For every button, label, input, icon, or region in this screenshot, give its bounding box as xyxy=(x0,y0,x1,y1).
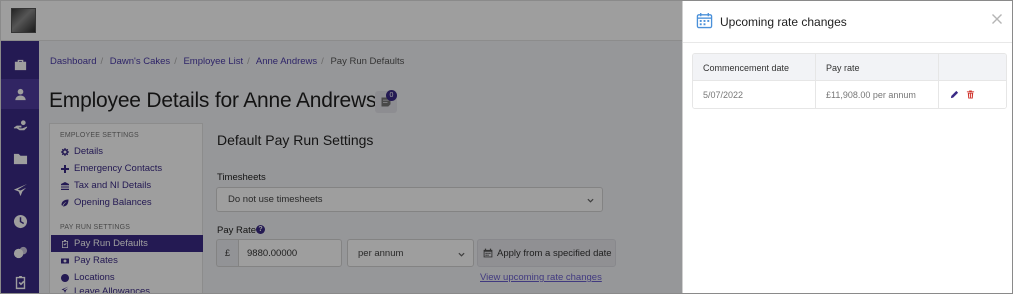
trash-icon[interactable] xyxy=(966,90,975,99)
close-icon xyxy=(992,14,1002,24)
pencil-icon[interactable] xyxy=(950,90,959,99)
commencement-date-cell: 5/07/2022 xyxy=(703,89,744,100)
column-header-pay-rate: Pay rate xyxy=(815,54,938,81)
drawer-title: Upcoming rate changes xyxy=(720,15,847,29)
upcoming-rate-changes-drawer: Upcoming rate changes Commencement date … xyxy=(682,1,1012,293)
drawer-header: Upcoming rate changes xyxy=(683,1,1012,43)
pay-rate-cell: £11,908.00 per annum xyxy=(815,81,938,108)
app-window: Dashboard / Dawn's Cakes / Employee List / … xyxy=(0,0,1013,294)
column-header-actions xyxy=(938,54,1006,81)
calendar-icon xyxy=(696,12,713,29)
modal-backdrop[interactable] xyxy=(1,1,682,293)
table-header-row: Commencement date Pay rate xyxy=(693,54,1006,81)
row-actions xyxy=(938,81,1006,108)
column-header-commencement-date: Commencement date xyxy=(703,62,790,73)
table-row: 5/07/2022 £11,908.00 per annum xyxy=(693,81,1006,108)
upcoming-rates-table: Commencement date Pay rate 5/07/2022 £11… xyxy=(692,53,1007,109)
close-drawer-button[interactable] xyxy=(991,12,1003,24)
